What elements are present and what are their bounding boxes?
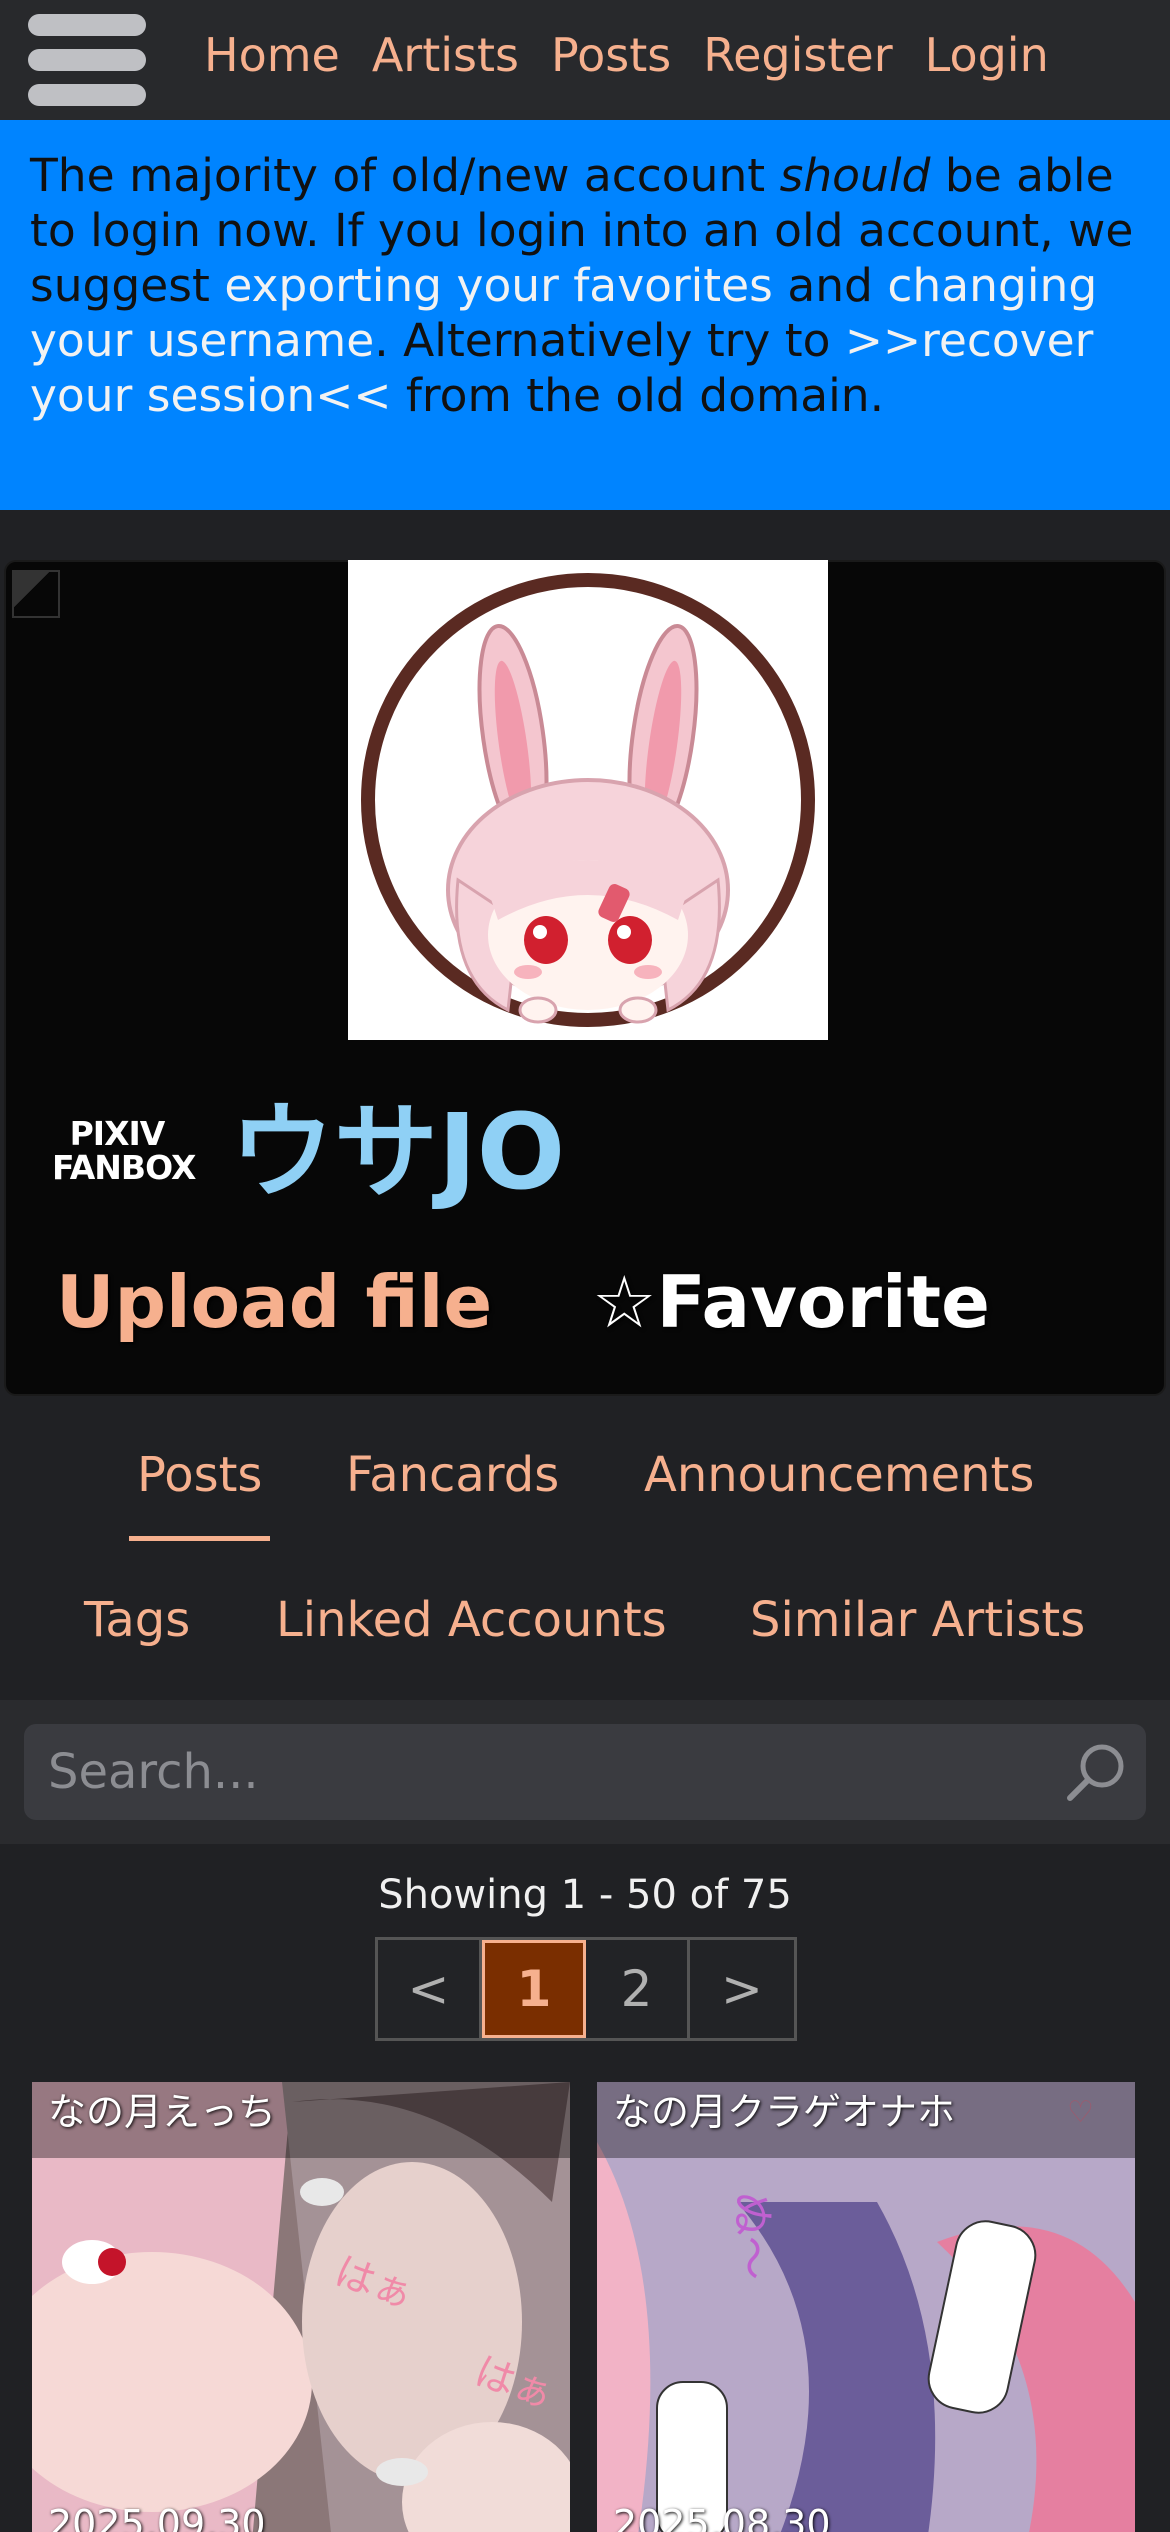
hamburger-bar [28,84,146,106]
tab-fancards[interactable]: Fancards [346,1440,559,1510]
results-count: Showing 1 - 50 of 75 [378,1872,792,1918]
tab-posts[interactable]: Posts [128,1440,271,1541]
nav-home-link[interactable]: Home [204,24,340,86]
star-icon: ☆ [592,1260,657,1344]
pagination: < 1 2 > [375,1937,797,2041]
search-box [24,1724,1146,1820]
post-title: なの月えっち [32,2082,570,2158]
announcement-text-part: . Alternatively try to [374,314,845,367]
announcement-text-part: from the old domain. [391,369,885,422]
announcement-text: The majority of old/new account should b… [30,148,1140,423]
artist-name[interactable]: ウサJO [230,1082,565,1222]
page-2-button[interactable]: 2 [586,1940,690,2038]
nav-posts-link[interactable]: Posts [551,24,671,86]
export-favorites-link[interactable]: exporting your favorites [224,259,773,312]
tab-linked-accounts[interactable]: Linked Accounts [276,1585,667,1655]
nav-links: Home Artists Posts Register Login [204,24,1081,86]
hamburger-menu-icon[interactable] [28,14,146,106]
bunny-girl-avatar-icon [361,573,815,1027]
nav-artists-link[interactable]: Artists [372,24,519,86]
nav-login-link[interactable]: Login [925,24,1049,86]
announcement-emphasis: should [779,149,931,202]
hamburger-bar [28,14,146,36]
post-date: 2025.09.30 [48,2502,266,2532]
favorite-button[interactable]: ☆Favorite [592,1252,990,1352]
search-input[interactable] [48,1724,1028,1820]
page-1-button[interactable]: 1 [482,1940,586,2038]
artist-profile-card: PIXIV FANBOX ウサJO Upload file ☆Favorite [4,560,1166,1396]
tabs-row-2: Tags Linked Accounts Similar Artists [0,1585,1170,1685]
post-card[interactable]: はぁ はぁ なの月えっち 2025.09.30 [32,2082,570,2532]
service-logo-line: FANBOX [52,1148,196,1187]
pixiv-fanbox-logo: PIXIV FANBOX [52,1114,196,1187]
svg-text:ぬ〜: ぬ〜 [726,2192,777,2280]
post-date: 2025.08.30 [613,2502,831,2532]
artist-avatar[interactable] [348,560,828,1040]
hamburger-bar [28,49,146,71]
post-card[interactable]: ぬ〜 ♡ なの月クラゲオナホ 2025.08.30 [597,2082,1135,2532]
favorite-label: Favorite [656,1260,990,1344]
post-title: なの月クラゲオナホ [597,2082,1135,2158]
prev-page-button[interactable]: < [378,1940,482,2038]
search-icon[interactable] [1062,1738,1130,1806]
tabs-row-1: Posts Fancards Announcements [0,1440,1170,1541]
top-navbar: Home Artists Posts Register Login [0,0,1170,120]
banner-image-placeholder [12,570,60,618]
search-bar-container [0,1700,1170,1844]
announcement-text-part: The majority of old/new account [30,149,780,202]
announcement-banner: The majority of old/new account should b… [0,120,1170,510]
next-page-button[interactable]: > [690,1940,794,2038]
service-logo-line: PIXIV [69,1114,166,1153]
nav-register-link[interactable]: Register [703,24,892,86]
upload-file-button[interactable]: Upload file [56,1252,492,1352]
tab-tags[interactable]: Tags [84,1585,190,1655]
announcement-text-part: and [772,259,888,312]
tab-announcements[interactable]: Announcements [644,1440,1034,1510]
tab-similar-artists[interactable]: Similar Artists [750,1585,1085,1655]
